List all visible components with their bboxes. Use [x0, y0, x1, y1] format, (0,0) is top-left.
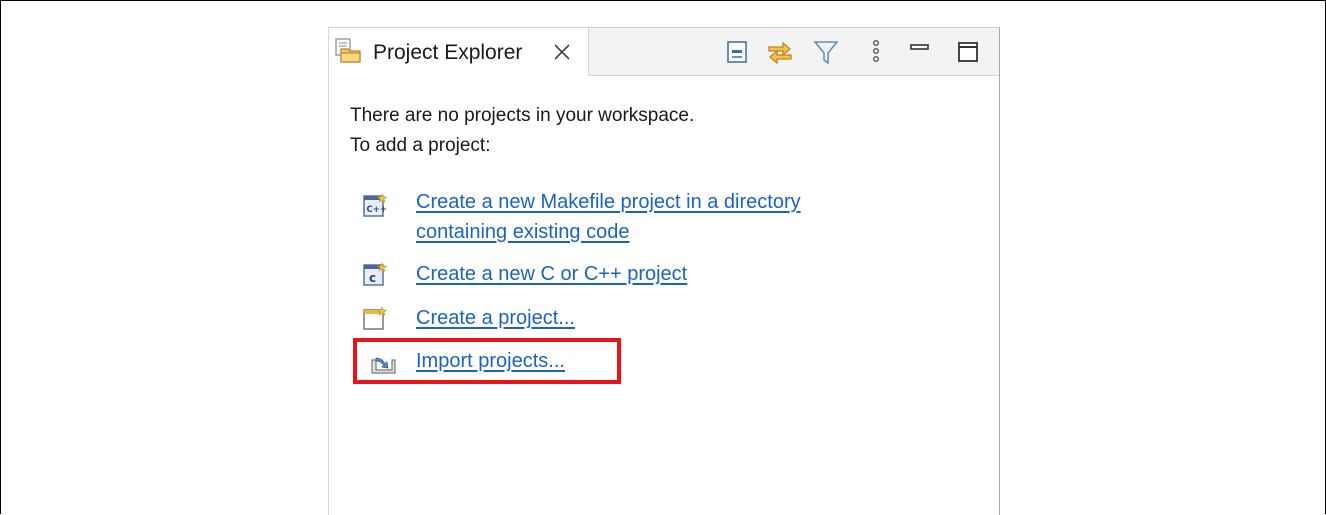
filter-icon[interactable]	[812, 38, 840, 66]
create-makefile-project-link-line2[interactable]: containing existing code	[416, 217, 629, 247]
makefile-project-icon: C++	[363, 193, 388, 217]
minimize-icon[interactable]	[906, 38, 934, 66]
maximize-icon[interactable]	[954, 38, 982, 66]
view-content: There are no projects in your workspace.…	[329, 75, 999, 515]
svg-text:C++: C++	[367, 205, 387, 215]
empty-workspace-message: There are no projects in your workspace.	[350, 105, 695, 126]
create-makefile-project-link-line1[interactable]: Create a new Makefile project in a direc…	[416, 187, 801, 217]
link-with-editor-icon[interactable]	[766, 38, 794, 66]
create-c-project-link[interactable]: Create a new C or C++ project	[416, 259, 687, 289]
tab-project-explorer[interactable]: Project Explorer	[329, 28, 589, 76]
view-menu-icon[interactable]	[862, 38, 890, 66]
close-icon[interactable]	[552, 42, 572, 62]
view-header: Project Explorer	[329, 27, 999, 76]
new-project-icon	[363, 306, 388, 330]
project-explorer-icon	[335, 38, 361, 63]
tab-label: Project Explorer	[373, 41, 523, 64]
create-project-link[interactable]: Create a project...	[416, 303, 575, 333]
c-project-icon: c	[363, 262, 388, 286]
add-project-prompt: To add a project:	[350, 135, 491, 156]
import-projects-link[interactable]: Import projects...	[416, 346, 565, 376]
project-explorer-view: Project Explorer There are no projects i…	[328, 27, 1000, 515]
svg-text:c: c	[369, 271, 376, 285]
collapse-all-icon[interactable]	[724, 38, 752, 66]
import-icon	[371, 357, 396, 374]
